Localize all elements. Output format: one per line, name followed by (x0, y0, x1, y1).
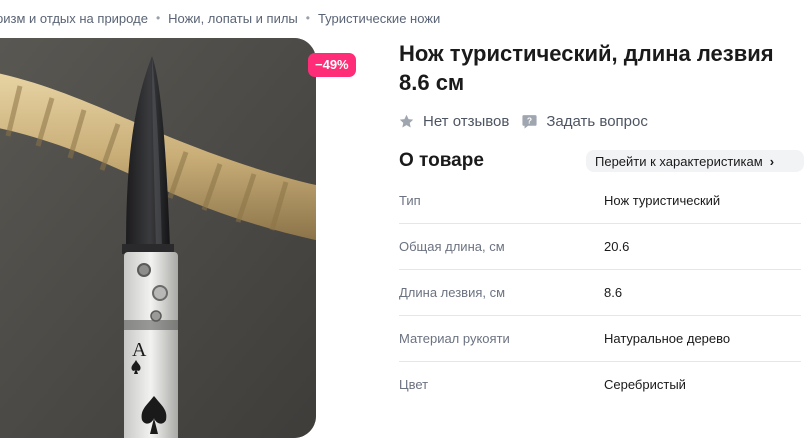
ask-question-link[interactable]: ? Задать вопрос (521, 112, 648, 130)
go-to-characteristics-button[interactable]: Перейти к характеристикам › (586, 150, 804, 172)
question-bubble-icon: ? (522, 114, 537, 129)
product-title: Нож туристический, длина лезвия 8.6 см (399, 41, 774, 95)
breadcrumb-item-tourist-knives[interactable]: Туристические ножи (318, 11, 440, 26)
spec-key: Общая длина, см (399, 239, 505, 254)
breadcrumb-separator: • (305, 11, 310, 25)
spec-value: Натуральное дерево (604, 331, 731, 346)
product-meta: Нет отзывов ? Задать вопрос (398, 111, 648, 131)
spec-row-type: Тип Нож туристический (399, 178, 801, 224)
spec-key: Тип (399, 193, 421, 208)
ask-question-label: Задать вопрос (546, 112, 648, 130)
spec-row-color: Цвет Серебристый (399, 362, 801, 407)
breadcrumb-item-outdoor[interactable]: ризм и отдых на природе (0, 11, 148, 26)
breadcrumb-item-knives-shovels-saws[interactable]: Ножи, лопаты и пилы (168, 11, 298, 26)
spec-key: Материал рукояти (399, 331, 510, 346)
spec-value: Нож туристический (604, 193, 721, 208)
star-icon (399, 114, 414, 128)
reviews-label: Нет отзывов (423, 112, 510, 130)
spec-row-handle-material: Материал рукояти Натуральное дерево (399, 316, 801, 362)
knife-photo: A (0, 38, 316, 438)
spec-row-total-length: Общая длина, см 20.6 (399, 224, 801, 270)
chevron-right-icon: › (769, 153, 775, 169)
spec-table: Тип Нож туристический Общая длина, см 20… (399, 178, 801, 407)
reviews-link[interactable]: Нет отзывов (398, 113, 509, 130)
about-section-title: О товаре (399, 150, 484, 171)
product-image[interactable]: A (0, 38, 316, 438)
svg-text:?: ? (527, 115, 532, 125)
spec-key: Цвет (399, 377, 429, 392)
spec-key: Длина лезвия, см (399, 285, 506, 300)
discount-badge: −49% (308, 53, 356, 77)
spec-value: 20.6 (604, 239, 630, 254)
go-to-characteristics-label: Перейти к характеристикам (595, 153, 763, 169)
breadcrumb-separator: • (155, 11, 161, 25)
spec-row-blade-length: Длина лезвия, см 8.6 (399, 270, 801, 316)
ace-letter: A (132, 339, 147, 361)
spec-value: 8.6 (604, 285, 623, 300)
breadcrumb: ризм и отдых на природе • Ножи, лопаты и… (0, 8, 440, 28)
spec-value: Серебристый (604, 377, 686, 392)
